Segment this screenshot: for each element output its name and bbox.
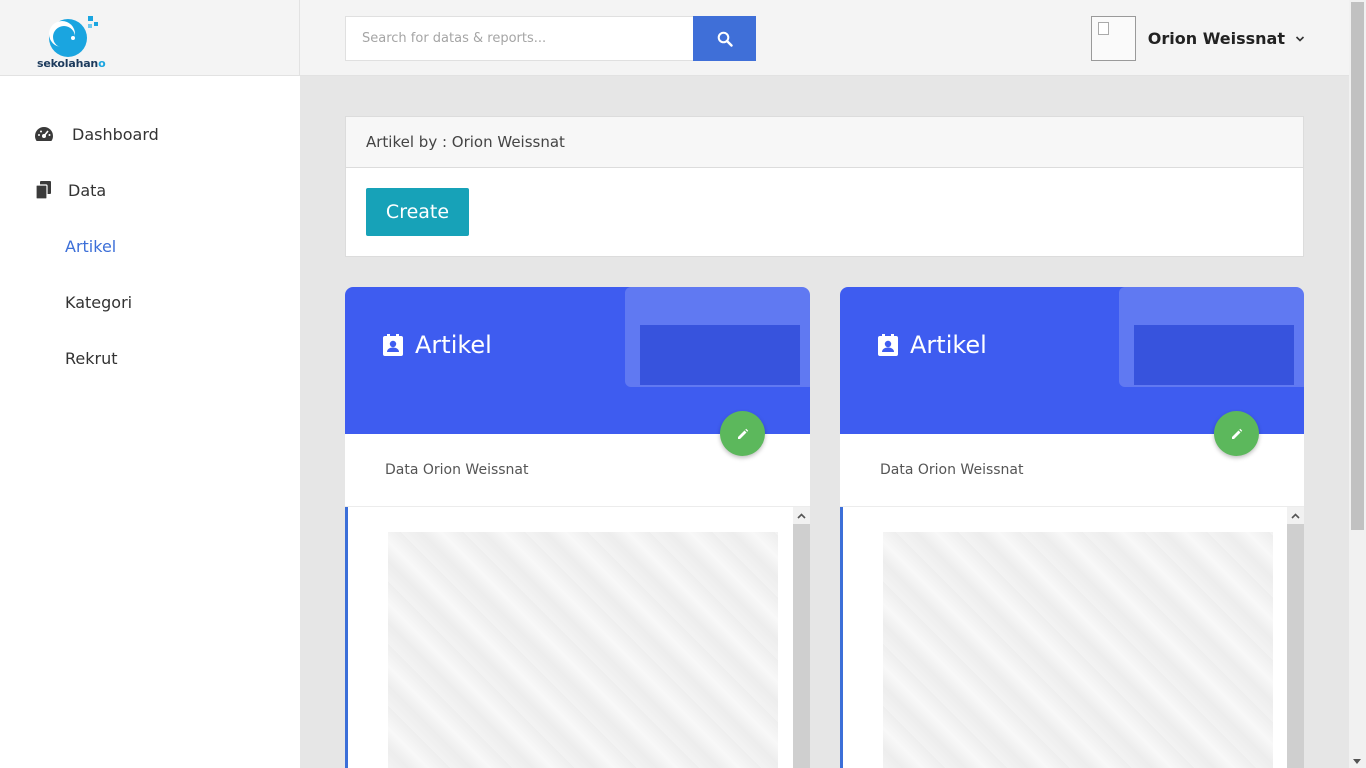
search-input[interactable] bbox=[345, 16, 693, 61]
scrollbar-thumb[interactable] bbox=[1351, 2, 1364, 530]
logo-area: sekolahano bbox=[0, 0, 300, 76]
sidebar-item-data[interactable]: Data bbox=[0, 162, 300, 218]
card-scrollbar[interactable] bbox=[1287, 507, 1304, 768]
tachometer-icon bbox=[34, 124, 54, 144]
topbar: Orion Weissnat bbox=[300, 0, 1349, 76]
card-content bbox=[840, 507, 1304, 768]
user-menu[interactable]: Orion Weissnat bbox=[1090, 16, 1305, 61]
scroll-up-arrow[interactable] bbox=[1287, 507, 1304, 524]
page-title: Artikel by : Orion Weissnat bbox=[346, 117, 1303, 168]
avatar[interactable] bbox=[1090, 16, 1136, 61]
sidebar-item-label: Dashboard bbox=[72, 124, 159, 144]
sidebar: sekolahano Dashboard Data Artikel Katego… bbox=[0, 0, 300, 768]
sidebar-item-dashboard[interactable]: Dashboard bbox=[0, 106, 300, 162]
create-button[interactable]: Create bbox=[366, 188, 469, 236]
sidebar-item-rekrut[interactable]: Rekrut bbox=[0, 330, 300, 386]
article-header-card: Artikel by : Orion Weissnat Create bbox=[345, 116, 1304, 257]
article-image-placeholder bbox=[883, 532, 1273, 768]
logo-text: sekolahano bbox=[37, 57, 106, 70]
card-title-label: Artikel bbox=[910, 331, 987, 359]
laptop-background-image bbox=[625, 287, 810, 387]
edit-button[interactable] bbox=[720, 411, 765, 456]
card-title: Artikel bbox=[383, 331, 492, 359]
card-scrollbar[interactable] bbox=[793, 507, 810, 768]
sidebar-item-label: Data bbox=[68, 180, 107, 200]
search-icon bbox=[717, 31, 733, 47]
card-title: Artikel bbox=[878, 331, 987, 359]
contact-card-icon bbox=[878, 334, 898, 356]
edit-button[interactable] bbox=[1214, 411, 1259, 456]
logo-icon[interactable] bbox=[40, 12, 102, 58]
chevron-down-icon[interactable] bbox=[1295, 35, 1305, 43]
user-name[interactable]: Orion Weissnat bbox=[1148, 29, 1285, 48]
article-card: Artikel Data Orion Weissnat bbox=[840, 287, 1304, 768]
scroll-down-arrow[interactable] bbox=[1353, 759, 1361, 764]
broken-image-icon bbox=[1097, 22, 1109, 35]
search-bar bbox=[345, 16, 756, 61]
page-scrollbar[interactable] bbox=[1349, 0, 1366, 768]
pencil-icon bbox=[1231, 428, 1242, 439]
sidebar-item-artikel[interactable]: Artikel bbox=[0, 218, 300, 274]
sidebar-nav: Dashboard Data Artikel Kategori Rekrut bbox=[0, 76, 300, 386]
article-image-placeholder bbox=[388, 532, 778, 768]
laptop-background-image bbox=[1119, 287, 1304, 387]
search-button[interactable] bbox=[693, 16, 756, 61]
card-title-label: Artikel bbox=[415, 331, 492, 359]
pencil-icon bbox=[737, 428, 748, 439]
sidebar-item-kategori[interactable]: Kategori bbox=[0, 274, 300, 330]
scroll-up-arrow[interactable] bbox=[793, 507, 810, 524]
card-content bbox=[345, 507, 810, 768]
contact-card-icon bbox=[383, 334, 403, 356]
article-card: Artikel Data Orion Weissnat bbox=[345, 287, 810, 768]
copy-files-icon bbox=[34, 180, 54, 200]
